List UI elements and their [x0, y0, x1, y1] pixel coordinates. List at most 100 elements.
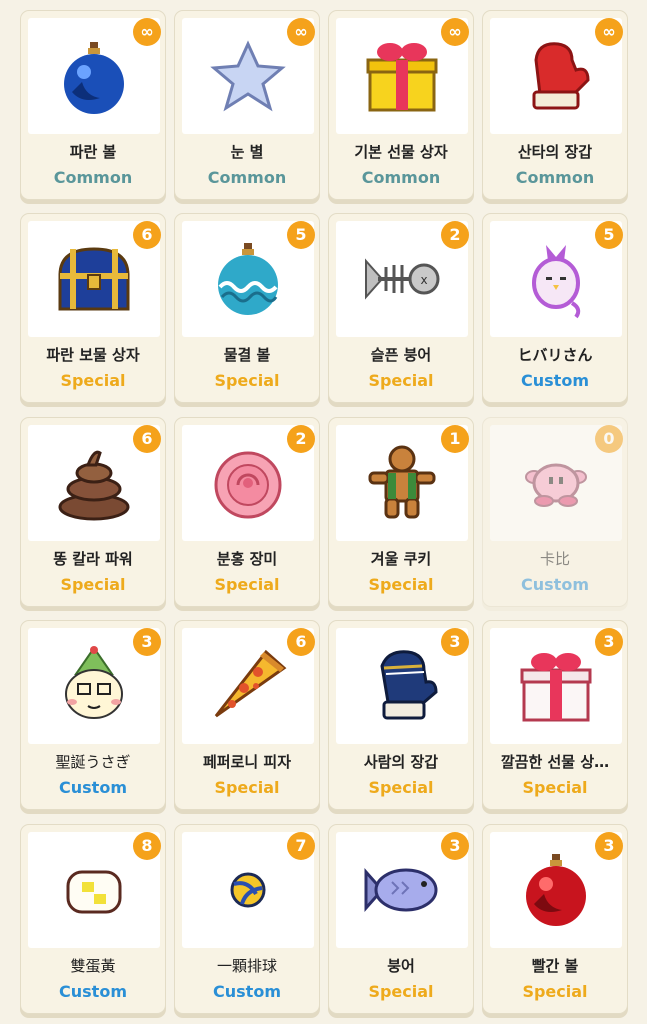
rarity-label: Common [361, 168, 441, 187]
item-name: 붕어 [387, 957, 415, 975]
item-card-santa-mitten[interactable]: ∞ 산타의 장갑 Common [482, 10, 628, 200]
item-card-winter-cookie[interactable]: 1 겨울 쿠키 Special [328, 417, 474, 607]
poop-icon [58, 450, 130, 521]
rarity-label: Special [368, 982, 434, 1001]
item-name: 파란 보물 상자 [46, 346, 140, 364]
rarity-label: Special [60, 371, 126, 390]
count-badge: 8 [133, 832, 161, 860]
rarity-label: Special [368, 371, 434, 390]
rarity-label: Common [515, 168, 595, 187]
item-name: 분홍 장미 [216, 550, 278, 568]
count-badge: 3 [441, 832, 469, 860]
count-badge: 0 [595, 425, 623, 453]
item-name: 깔끔한 선물 상… [500, 753, 610, 771]
item-name: 빨간 볼 [531, 957, 579, 975]
count-badge: 5 [287, 221, 315, 249]
item-name: 사람의 장갑 [363, 753, 439, 771]
count-badge: 6 [133, 221, 161, 249]
blue-treasure-chest-icon [58, 247, 130, 311]
item-card-blue-treasure[interactable]: 6 파란 보물 상자 Special [20, 213, 166, 403]
item-name: 雙蛋黃 [70, 957, 116, 975]
item-card-snow-star[interactable]: ∞ 눈 별 Common [174, 10, 320, 200]
count-badge: 5 [595, 221, 623, 249]
count-badge: ∞ [287, 18, 315, 46]
taiyaki-fish-icon [364, 868, 438, 912]
item-name: 페퍼로니 피자 [202, 753, 292, 771]
christmas-rabbit-icon [65, 646, 123, 719]
item-name: 一顆排球 [216, 957, 277, 975]
item-card-sad-fish[interactable]: x 2 슬픈 붕어 Special [328, 213, 474, 403]
item-card-christmas-rabbit[interactable]: 3 聖誕うさぎ Custom [20, 620, 166, 810]
count-badge: 3 [595, 628, 623, 656]
item-card-kirby[interactable]: 0 卡比 Custom [482, 417, 628, 607]
count-badge: ∞ [595, 18, 623, 46]
item-card-neat-gift[interactable]: 3 깔끔한 선물 상… Special [482, 620, 628, 810]
rarity-label: Custom [59, 778, 127, 797]
item-card-blue-ball[interactable]: ∞ 파란 볼 Common [20, 10, 166, 200]
item-card-taiyaki[interactable]: 3 붕어 Special [328, 824, 474, 1014]
snow-star-icon [210, 40, 286, 112]
fish-bone-icon: x [365, 258, 440, 300]
item-card-poop-power[interactable]: 6 똥 칼라 파워 Special [20, 417, 166, 607]
item-card-pink-rose[interactable]: 2 분홍 장미 Special [174, 417, 320, 607]
rarity-label: Special [522, 982, 588, 1001]
count-badge: 3 [441, 628, 469, 656]
item-card-double-yolk[interactable]: 8 雙蛋黃 Custom [20, 824, 166, 1014]
rarity-label: Special [214, 778, 280, 797]
rarity-label: Special [214, 575, 280, 594]
rarity-label: Custom [521, 371, 589, 390]
item-name: 卡比 [539, 550, 570, 568]
volleyball-icon [230, 872, 266, 908]
item-card-pepperoni-pizza[interactable]: 6 페퍼로니 피자 Special [174, 620, 320, 810]
count-badge: 1 [441, 425, 469, 453]
item-name: 눈 별 [230, 143, 264, 161]
double-yolk-egg-icon [66, 870, 122, 914]
item-name: ヒバリさん [517, 346, 593, 364]
rarity-label: Special [368, 575, 434, 594]
item-name: 산타의 장갑 [517, 143, 593, 161]
yellow-gift-box-icon [366, 43, 438, 112]
rarity-label: Special [522, 778, 588, 797]
count-badge: 6 [287, 628, 315, 656]
pizza-slice-icon [214, 649, 287, 718]
white-gift-box-icon [520, 653, 592, 722]
count-badge: 2 [287, 425, 315, 453]
red-ornament-icon [526, 854, 586, 926]
item-name: 기본 선물 상자 [354, 143, 448, 161]
rarity-label: Custom [213, 982, 281, 1001]
blue-mitten-icon [380, 650, 438, 720]
item-grid: ∞ 파란 볼 Common ∞ 눈 별 Common ∞ 기본 선물 상자 Co… [0, 0, 647, 1024]
item-card-volleyball[interactable]: 7 一顆排球 Custom [174, 824, 320, 1014]
item-name: 聖誕うさぎ [55, 753, 131, 771]
rarity-label: Special [368, 778, 434, 797]
rarity-label: Special [214, 371, 280, 390]
svg-text:x: x [420, 273, 427, 287]
pink-rose-icon [214, 451, 282, 519]
rarity-label: Common [53, 168, 133, 187]
count-badge: 2 [441, 221, 469, 249]
count-badge: 6 [133, 425, 161, 453]
rarity-label: Common [207, 168, 287, 187]
item-card-hibari[interactable]: 5 ヒバリさん Custom [482, 213, 628, 403]
item-name: 슬픈 붕어 [370, 346, 432, 364]
count-badge: 3 [133, 628, 161, 656]
item-name: 파란 볼 [69, 143, 117, 161]
count-badge: ∞ [133, 18, 161, 46]
santa-mitten-icon [532, 42, 590, 110]
item-card-basic-gift[interactable]: ∞ 기본 선물 상자 Common [328, 10, 474, 200]
rarity-label: Custom [521, 575, 589, 594]
rarity-label: Custom [59, 982, 127, 1001]
item-card-human-mitten[interactable]: 3 사람의 장갑 Special [328, 620, 474, 810]
gingerbread-cookie-icon [368, 445, 436, 519]
count-badge: ∞ [441, 18, 469, 46]
kirby-icon [525, 463, 587, 507]
count-badge: 3 [595, 832, 623, 860]
item-name: 겨울 쿠키 [370, 550, 432, 568]
item-card-wave-ball[interactable]: 5 물결 볼 Special [174, 213, 320, 403]
count-badge: 7 [287, 832, 315, 860]
item-card-red-ball[interactable]: 3 빨간 볼 Special [482, 824, 628, 1014]
rarity-label: Special [60, 575, 126, 594]
item-name: 똥 칼라 파워 [53, 550, 133, 568]
item-name: 물결 볼 [223, 346, 271, 364]
wave-ornament-icon [218, 243, 278, 315]
